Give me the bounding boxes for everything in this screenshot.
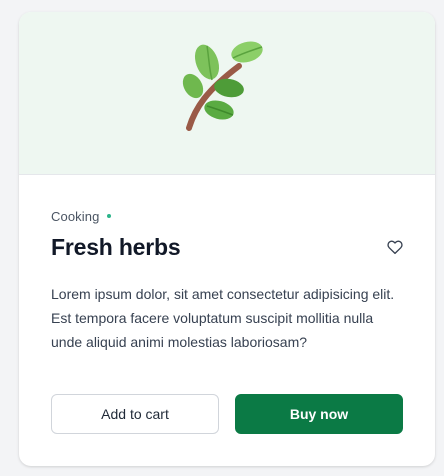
add-to-cart-button[interactable]: Add to cart (51, 394, 219, 434)
category-row: Cooking (51, 208, 403, 224)
card-actions: Add to cart Buy now (51, 394, 403, 434)
herb-sprig-icon (182, 41, 263, 131)
product-card: Cooking Fresh herbs Lorem ipsum dolor, s… (19, 12, 435, 466)
card-content: Cooking Fresh herbs Lorem ipsum dolor, s… (51, 208, 403, 354)
product-title: Fresh herbs (51, 233, 181, 260)
category-dot-icon (107, 214, 112, 218)
product-image-area (19, 12, 435, 175)
buy-now-button[interactable]: Buy now (235, 394, 403, 434)
product-description: Lorem ipsum dolor, sit amet consectetur … (51, 286, 395, 350)
heart-outline-icon[interactable] (385, 237, 405, 257)
title-row: Fresh herbs (51, 230, 403, 264)
category-label: Cooking (51, 208, 100, 224)
